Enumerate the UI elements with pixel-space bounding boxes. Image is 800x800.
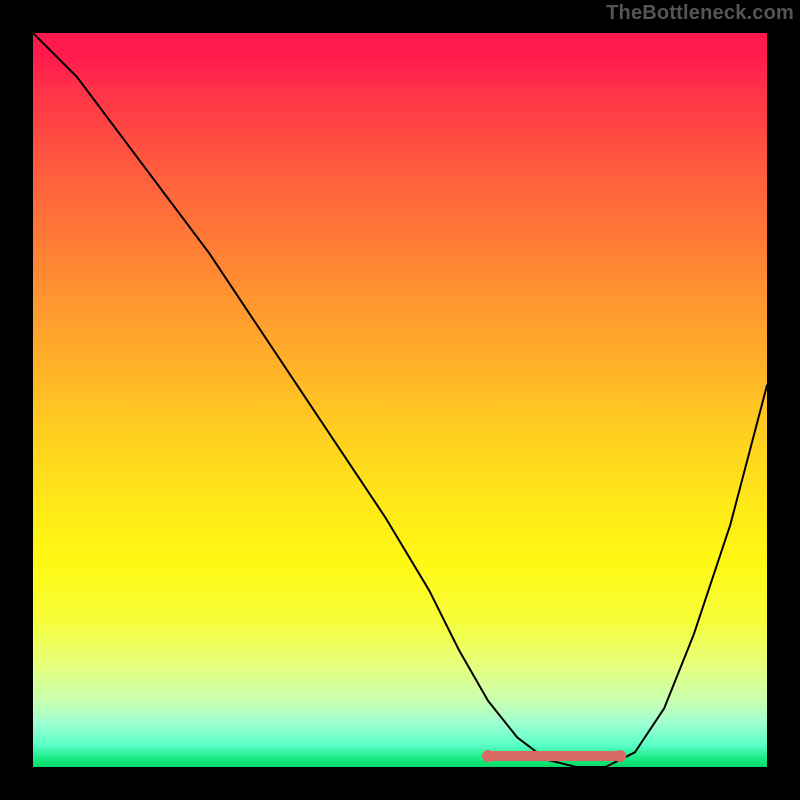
chart-frame: TheBottleneck.com: [0, 0, 800, 800]
curve-svg: [33, 33, 767, 767]
optimal-band-end-dot: [614, 750, 626, 762]
plot-area: [33, 33, 767, 767]
watermark-text: TheBottleneck.com: [606, 2, 794, 25]
optimal-band-start-dot: [482, 750, 494, 762]
bottleneck-curve: [33, 33, 767, 767]
